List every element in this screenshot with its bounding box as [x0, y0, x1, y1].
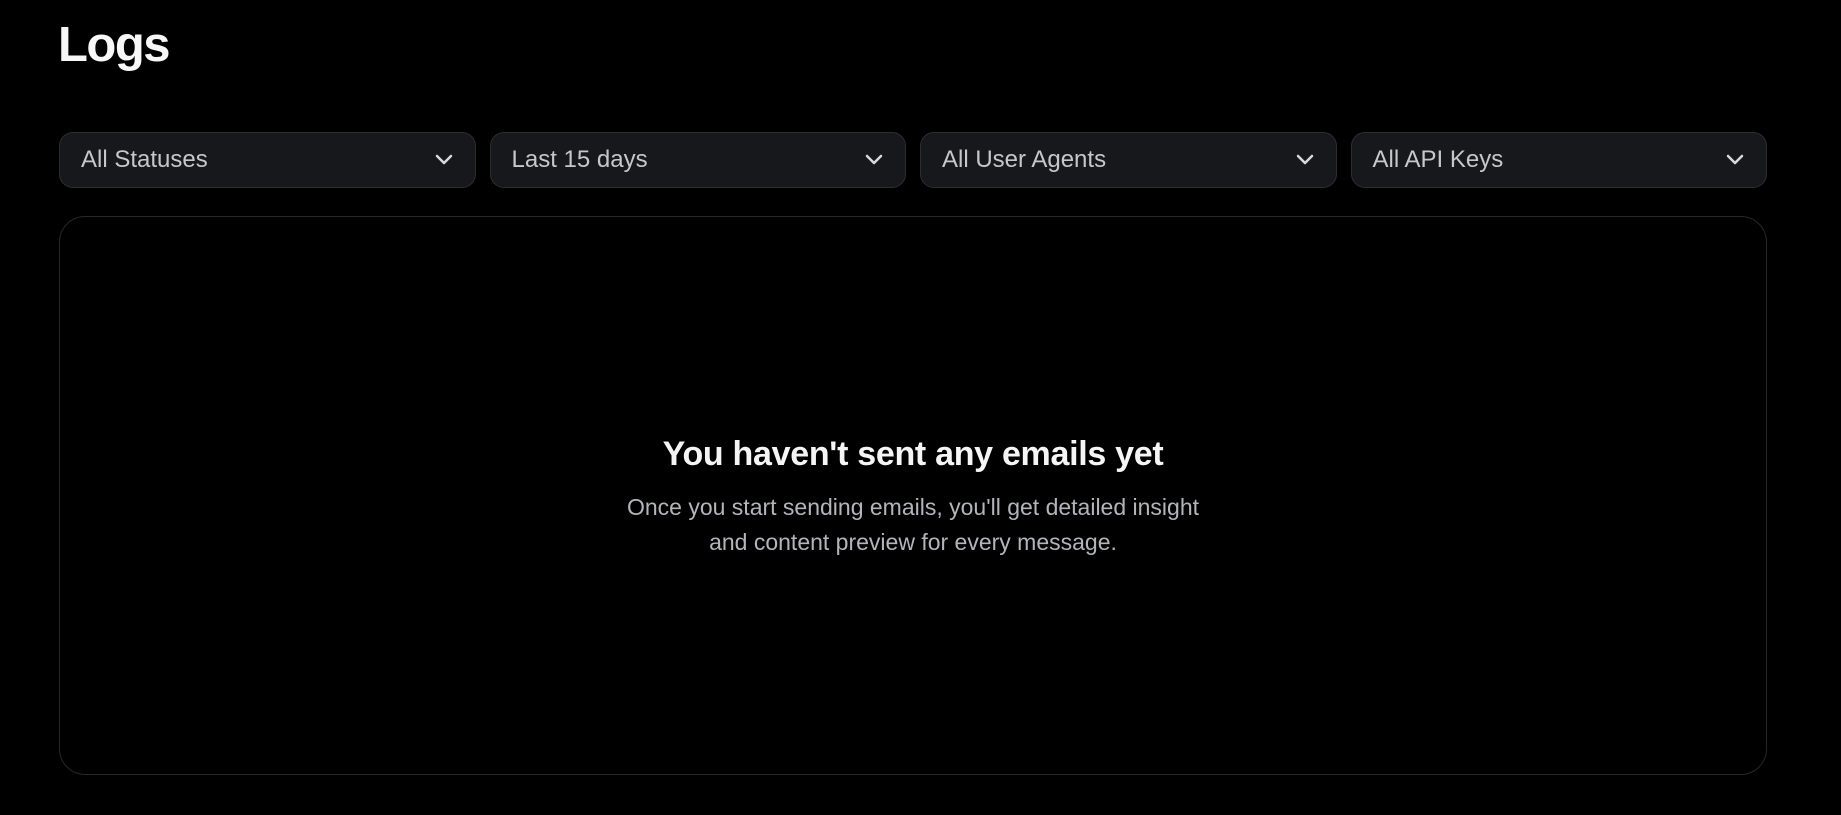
api-key-filter-select[interactable]: All API Keys [1350, 132, 1767, 188]
empty-state-description: Once you start sending emails, you'll ge… [626, 494, 1200, 555]
chevron-down-icon [865, 154, 883, 165]
empty-state: You haven't sent any emails yet Once you… [60, 432, 1766, 560]
filter-bar: All Statuses Last 15 days All User Agent… [59, 132, 1767, 188]
date-range-filter-value: Last 15 days [511, 146, 648, 173]
api-key-filter-value: All API Keys [1372, 146, 1504, 173]
user-agent-filter-select[interactable]: All User Agents [920, 132, 1337, 188]
logs-panel: You haven't sent any emails yet Once you… [59, 216, 1767, 775]
user-agent-filter-value: All User Agents [942, 146, 1107, 173]
date-range-filter-select[interactable]: Last 15 days [489, 132, 906, 188]
chevron-down-icon [1296, 154, 1313, 165]
chevron-down-icon [1726, 154, 1744, 165]
status-filter-select[interactable]: All Statuses [59, 132, 476, 188]
page-title: Logs [58, 18, 171, 72]
chevron-down-icon [435, 154, 452, 165]
status-filter-value: All Statuses [81, 146, 208, 173]
empty-state-title: You haven't sent any emails yet [662, 435, 1164, 473]
